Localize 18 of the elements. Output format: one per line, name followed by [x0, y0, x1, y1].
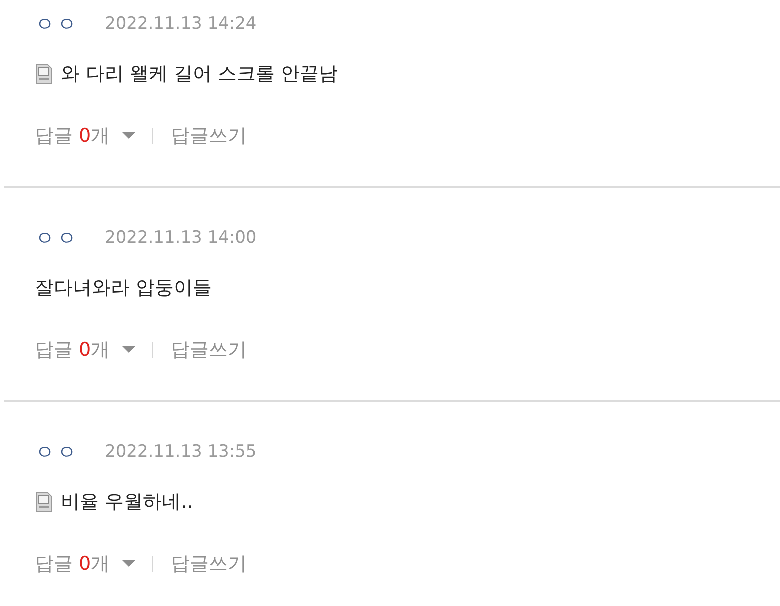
reply-count-toggle[interactable]: 답글 0개	[35, 551, 110, 577]
comment-date: 2022.11.13 14:00	[105, 228, 257, 248]
write-reply-link[interactable]: 답글쓰기	[171, 551, 248, 577]
reply-count-toggle[interactable]: 답글 0개	[35, 123, 110, 149]
comment-date: 2022.11.13 14:24	[105, 14, 257, 34]
comment-date: 2022.11.13 13:55	[105, 442, 257, 462]
comment-text: 비율 우월하네..	[61, 490, 194, 515]
author-name[interactable]: ㅇㅇ	[35, 438, 79, 466]
caret-icon[interactable]	[122, 560, 136, 568]
reply-count-toggle[interactable]: 답글 0개	[35, 337, 110, 363]
author-name[interactable]: ㅇㅇ	[35, 224, 79, 252]
comment-text: 와 다리 왤케 길어 스크롤 안끝남	[61, 62, 338, 87]
write-reply-link[interactable]: 답글쓰기	[171, 123, 248, 149]
caret-icon[interactable]	[122, 132, 136, 140]
write-reply-link[interactable]: 답글쓰기	[171, 337, 248, 363]
author-name[interactable]: ㅇㅇ	[35, 10, 79, 38]
comment-text: 잘다녀와라 압둥이들	[35, 276, 212, 301]
caret-icon[interactable]	[122, 346, 136, 354]
